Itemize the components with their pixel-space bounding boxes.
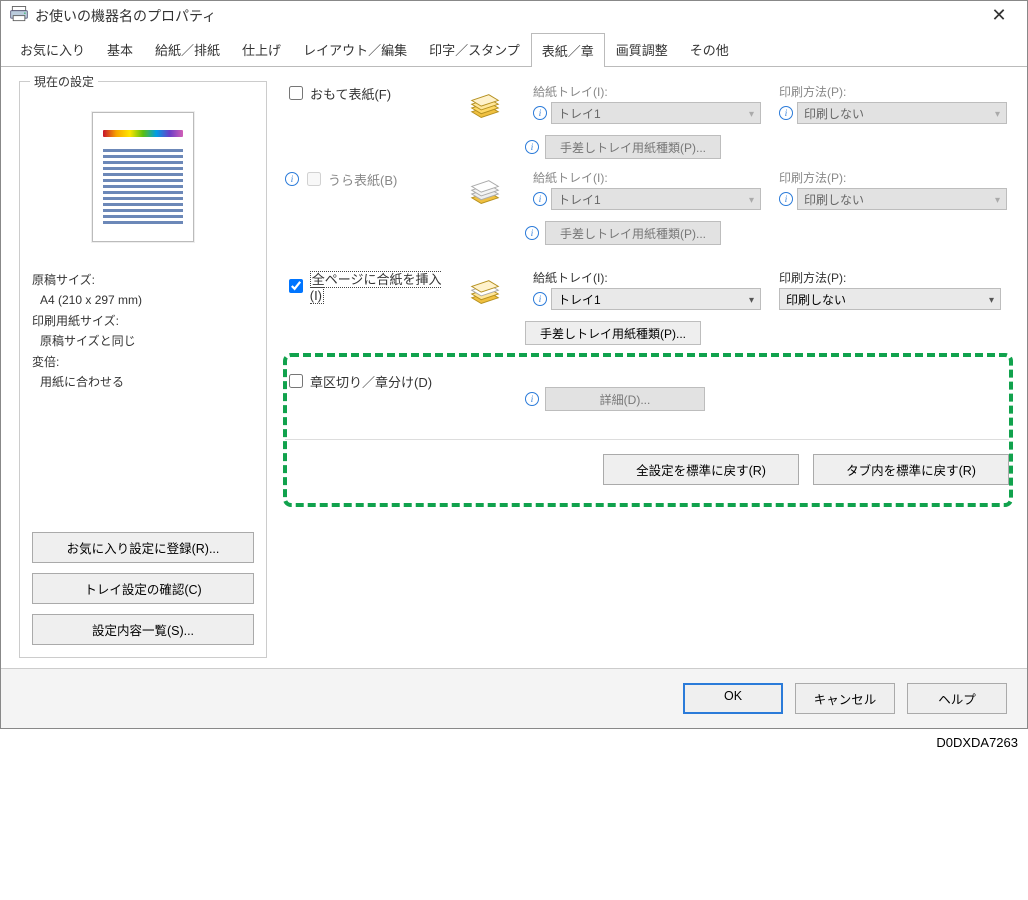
chapter-label[interactable]: 章区切り／章分け(D) xyxy=(310,372,432,391)
reset-all-button[interactable]: 全設定を標準に戻す(R) xyxy=(603,454,799,485)
tab-paper[interactable]: 給紙／排紙 xyxy=(144,32,231,66)
front-cover-label[interactable]: おもて表紙(F) xyxy=(310,84,391,103)
info-icon[interactable]: i xyxy=(533,106,547,120)
back-print-label: 印刷方法(P): xyxy=(779,169,1009,186)
ok-button[interactable]: OK xyxy=(683,683,783,714)
slip-sheet-section: 全ページに合紙を挿入(I) 給紙トレイ(I): i トレイ1▾ xyxy=(285,253,1009,345)
doc-size-value: A4 (210 x 297 mm) xyxy=(32,290,254,310)
back-print-select: 印刷しない▾ xyxy=(797,188,1007,210)
info-icon[interactable]: i xyxy=(525,392,539,406)
slip-sheet-checkbox[interactable] xyxy=(289,279,303,293)
slip-tray-select[interactable]: トレイ1▾ xyxy=(551,288,761,310)
back-cover-checkbox xyxy=(307,172,321,186)
reset-row: 全設定を標準に戻す(R) タブ内を標準に戻す(R) xyxy=(285,439,1009,485)
slip-sheet-icon xyxy=(453,269,517,313)
tab-finish[interactable]: 仕上げ xyxy=(231,32,292,66)
reset-tab-button[interactable]: タブ内を標準に戻す(R) xyxy=(813,454,1009,485)
info-icon[interactable]: i xyxy=(533,192,547,206)
back-tray-select: トレイ1▾ xyxy=(551,188,761,210)
bottom-bar: OK キャンセル ヘルプ xyxy=(1,668,1027,728)
slip-print-select[interactable]: 印刷しない▾ xyxy=(779,288,1001,310)
titlebar: お使いの機器名のプロパティ ✕ xyxy=(1,1,1027,30)
help-button[interactable]: ヘルプ xyxy=(907,683,1007,714)
info-icon[interactable]: i xyxy=(285,172,299,186)
chapter-checkbox[interactable] xyxy=(289,374,303,388)
info-icon[interactable]: i xyxy=(779,192,793,206)
tab-stamp[interactable]: 印字／スタンプ xyxy=(418,32,531,66)
back-tray-label: 給紙トレイ(I): xyxy=(533,169,763,186)
back-cover-label: うら表紙(B) xyxy=(328,170,397,189)
front-cover-checkbox[interactable] xyxy=(289,86,303,100)
back-cover-icon xyxy=(453,169,517,213)
register-favorite-button[interactable]: お気に入り設定に登録(R)... xyxy=(32,532,254,563)
current-settings-legend: 現在の設定 xyxy=(30,73,98,90)
tab-strip: お気に入り 基本 給紙／排紙 仕上げ レイアウト／編集 印字／スタンプ 表紙／章… xyxy=(1,32,1027,67)
tab-favorites[interactable]: お気に入り xyxy=(9,32,96,66)
tab-cover[interactable]: 表紙／章 xyxy=(531,33,605,67)
front-tray-label: 給紙トレイ(I): xyxy=(533,83,763,100)
page-footnote: D0DXDA7263 xyxy=(0,729,1028,756)
chevron-down-icon: ▾ xyxy=(749,195,754,206)
settings-summary: 原稿サイズ: A4 (210 x 297 mm) 印刷用紙サイズ: 原稿サイズと… xyxy=(30,266,256,392)
zoom-label: 変倍: xyxy=(32,352,254,372)
chevron-down-icon: ▾ xyxy=(749,109,754,120)
slip-sheet-label[interactable]: 全ページに合紙を挿入(I) xyxy=(310,269,453,303)
chevron-down-icon: ▾ xyxy=(995,109,1000,120)
close-icon[interactable]: ✕ xyxy=(979,5,1019,26)
content-area: 現在の設定 原稿サイズ: A4 (210 x 297 mm) 印刷用紙サイズ: … xyxy=(1,67,1027,668)
slip-tray-label: 給紙トレイ(I): xyxy=(533,269,763,286)
chapter-detail-button: 詳細(D)... xyxy=(545,387,705,411)
dialog-window: お使いの機器名のプロパティ ✕ お気に入り 基本 給紙／排紙 仕上げ レイアウト… xyxy=(0,0,1028,729)
front-bypass-button: 手差しトレイ用紙種類(P)... xyxy=(545,135,721,159)
current-settings-group: 現在の設定 原稿サイズ: A4 (210 x 297 mm) 印刷用紙サイズ: … xyxy=(19,81,267,658)
tab-quality[interactable]: 画質調整 xyxy=(605,32,679,66)
tray-check-button[interactable]: トレイ設定の確認(C) xyxy=(32,573,254,604)
front-print-label: 印刷方法(P): xyxy=(779,83,1009,100)
chevron-down-icon: ▾ xyxy=(995,195,1000,206)
cancel-button[interactable]: キャンセル xyxy=(795,683,895,714)
printer-icon xyxy=(9,5,29,26)
back-bypass-button: 手差しトレイ用紙種類(P)... xyxy=(545,221,721,245)
info-icon[interactable]: i xyxy=(533,292,547,306)
front-print-select: 印刷しない▾ xyxy=(797,102,1007,124)
sidebar: 現在の設定 原稿サイズ: A4 (210 x 297 mm) 印刷用紙サイズ: … xyxy=(19,81,267,658)
print-size-label: 印刷用紙サイズ: xyxy=(32,311,254,331)
tab-other[interactable]: その他 xyxy=(679,32,740,66)
chapter-section: 章区切り／章分け(D) i 詳細(D)... xyxy=(285,353,1009,411)
front-cover-icon xyxy=(453,83,517,127)
main-panel: おもて表紙(F) 給紙トレイ(I): i トレイ1▾ xyxy=(285,81,1009,658)
front-cover-section: おもて表紙(F) 給紙トレイ(I): i トレイ1▾ xyxy=(285,81,1009,159)
settings-list-button[interactable]: 設定内容一覧(S)... xyxy=(32,614,254,645)
slip-print-label: 印刷方法(P): xyxy=(779,269,1009,286)
window-title: お使いの機器名のプロパティ xyxy=(35,6,216,26)
back-cover-section: i うら表紙(B) 給紙トレイ(I): i トレイ1▾ xyxy=(285,167,1009,245)
info-icon[interactable]: i xyxy=(525,226,539,240)
chevron-down-icon: ▾ xyxy=(989,295,994,306)
info-icon[interactable]: i xyxy=(525,140,539,154)
zoom-value: 用紙に合わせる xyxy=(32,372,254,392)
slip-bypass-button[interactable]: 手差しトレイ用紙種類(P)... xyxy=(525,321,701,345)
front-tray-select: トレイ1▾ xyxy=(551,102,761,124)
doc-size-label: 原稿サイズ: xyxy=(32,270,254,290)
tab-basic[interactable]: 基本 xyxy=(96,32,144,66)
page-preview xyxy=(92,112,194,242)
info-icon[interactable]: i xyxy=(779,106,793,120)
print-size-value: 原稿サイズと同じ xyxy=(32,331,254,351)
tab-layout[interactable]: レイアウト／編集 xyxy=(292,32,418,66)
chevron-down-icon: ▾ xyxy=(749,295,754,306)
